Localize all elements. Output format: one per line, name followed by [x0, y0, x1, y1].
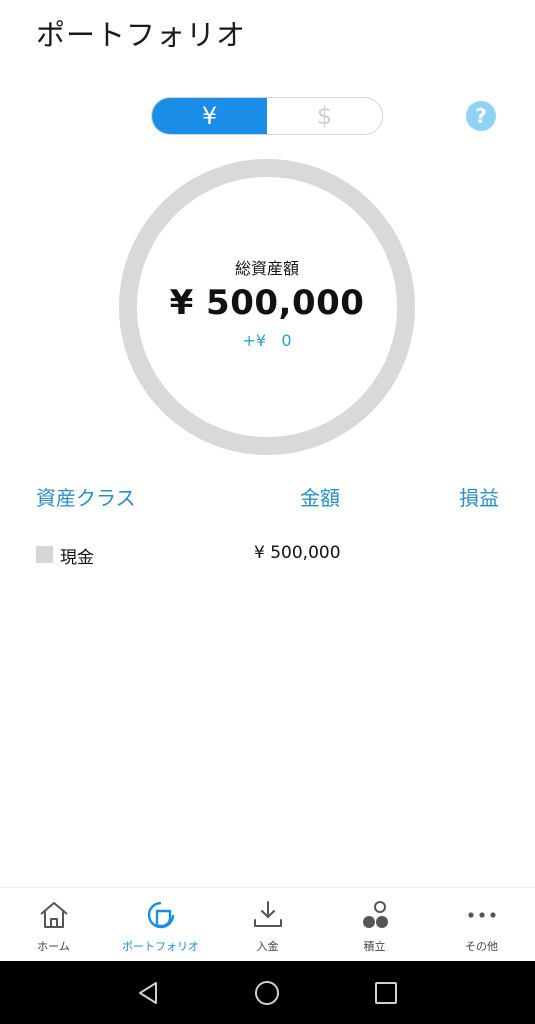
help-icon: ? — [475, 104, 487, 128]
asset-amount: ¥ 500,000 — [254, 543, 341, 563]
total-change-value: +¥ 0 — [242, 330, 292, 350]
header-amount[interactable]: 金額 — [300, 482, 340, 511]
total-assets-value: ¥ 500,000 — [169, 282, 365, 323]
help-button[interactable]: ? — [466, 101, 496, 131]
header-asset-class[interactable]: 資産クラス — [36, 482, 136, 511]
home-icon — [37, 898, 71, 932]
page-title: ポートフォリオ — [36, 18, 247, 52]
asset-name: 現金 — [60, 548, 94, 568]
bottom-nav: ホーム ポートフォリオ 入金 積立 その他 — [0, 887, 535, 961]
home-circle-icon[interactable] — [252, 978, 282, 1008]
more-icon — [465, 898, 499, 932]
donut-center: 総資産額 ¥ 500,000 +¥ 0 — [118, 158, 416, 456]
nav-label-more: その他 — [465, 940, 498, 953]
nav-label-portfolio: ポートフォリオ — [122, 940, 199, 953]
header-profit-loss[interactable]: 損益 — [459, 482, 499, 511]
nav-item-more[interactable]: その他 — [428, 888, 535, 961]
nav-item-portfolio[interactable]: ポートフォリオ — [107, 888, 214, 961]
nav-label-home: ホーム — [37, 940, 70, 953]
nav-item-savings[interactable]: 積立 — [321, 888, 428, 961]
nav-item-home[interactable]: ホーム — [0, 888, 107, 961]
table-header: 資産クラス 金額 損益 — [0, 482, 535, 512]
portfolio-icon — [144, 898, 178, 932]
currency-yen-button[interactable]: ¥ — [152, 98, 267, 134]
android-navigation-bar — [0, 961, 535, 1024]
total-assets-label: 総資産額 — [234, 258, 299, 278]
nav-label-deposit: 入金 — [256, 940, 279, 953]
table-row[interactable]: 現金 ¥ 500,000 — [0, 543, 535, 569]
deposit-icon — [251, 898, 285, 932]
currency-usd-button[interactable]: $ — [267, 98, 382, 134]
back-icon[interactable] — [134, 978, 164, 1008]
currency-toggle[interactable]: ¥ $ — [151, 97, 383, 135]
nav-item-deposit[interactable]: 入金 — [214, 888, 321, 961]
nav-label-savings: 積立 — [363, 940, 386, 953]
asset-color-swatch — [36, 546, 53, 563]
recent-apps-icon[interactable] — [371, 978, 401, 1008]
savings-icon — [358, 898, 392, 932]
